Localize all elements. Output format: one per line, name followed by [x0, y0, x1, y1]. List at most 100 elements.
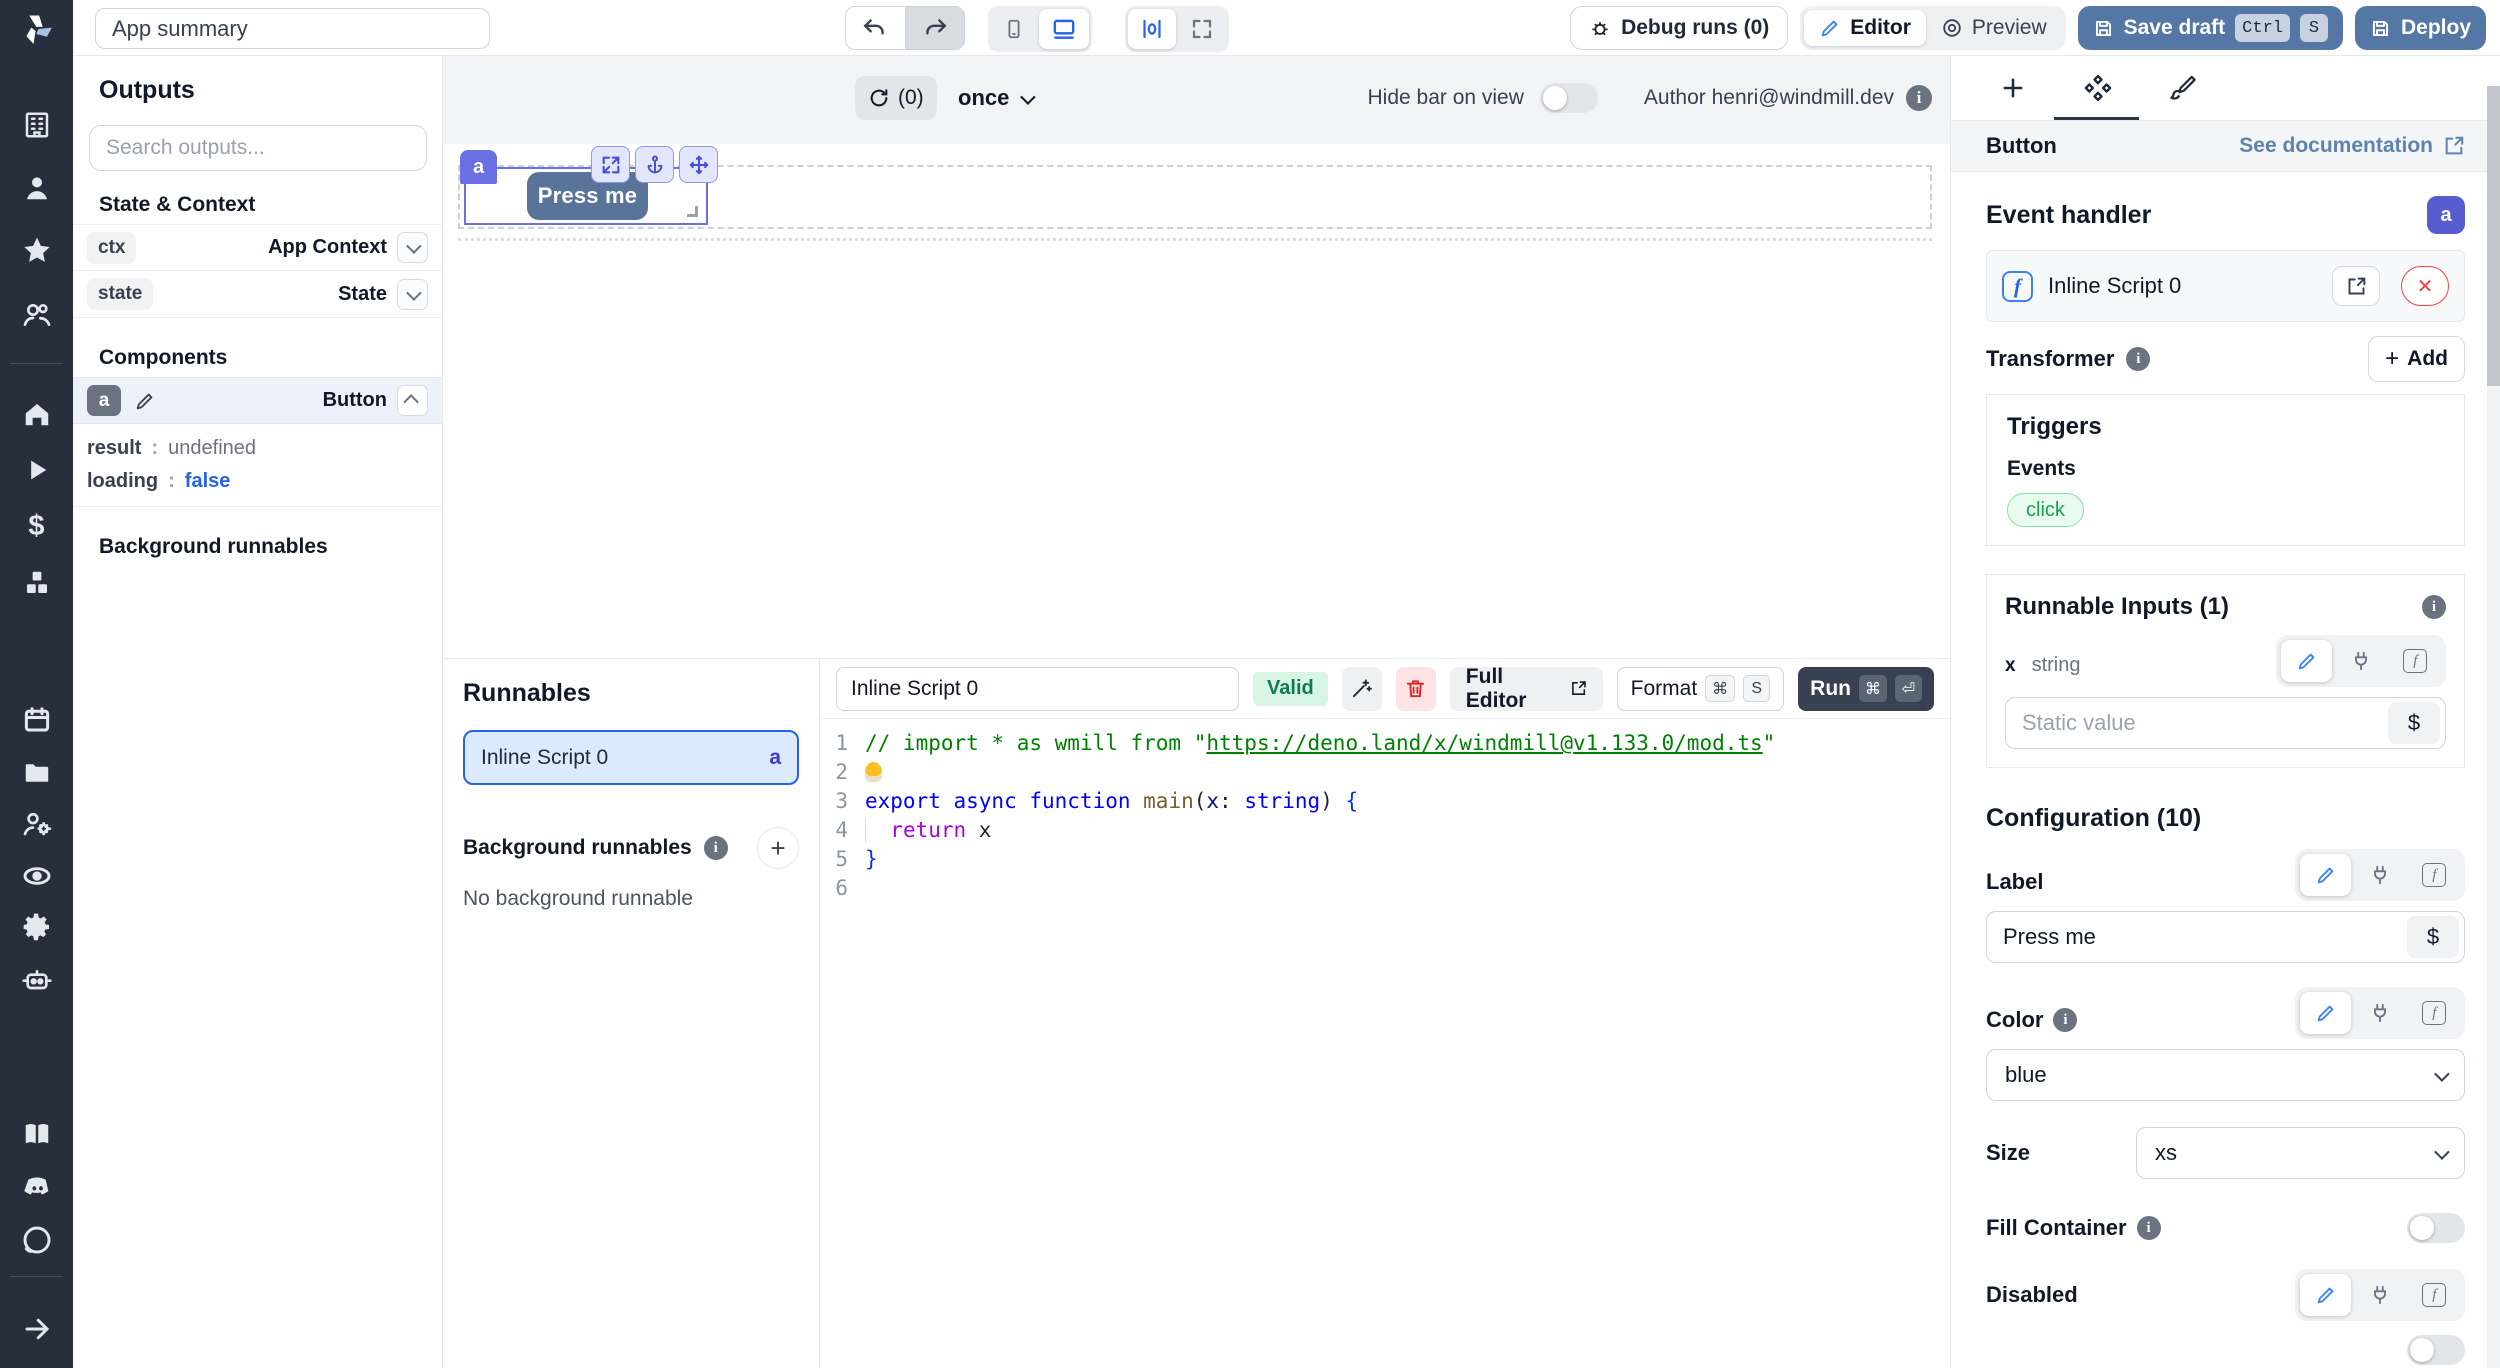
robot-icon[interactable] [18, 961, 56, 999]
add-background-runnable-button[interactable]: + [757, 827, 799, 869]
eval-mode-button[interactable]: f [2390, 640, 2441, 682]
book-icon[interactable] [18, 1115, 56, 1153]
deploy-button[interactable]: Deploy [2355, 6, 2486, 50]
fill-container-toggle[interactable] [2407, 1213, 2465, 1243]
ai-wand-button[interactable] [1342, 667, 1382, 711]
code-line[interactable]: 6 [820, 874, 1950, 903]
mobile-view-button[interactable] [991, 9, 1037, 49]
windmill-logo-icon[interactable] [16, 8, 58, 50]
connect-mode-button[interactable] [2335, 640, 2386, 682]
lightbulb-icon[interactable] [865, 762, 882, 782]
calendar-icon[interactable] [18, 701, 56, 739]
play-icon[interactable] [18, 451, 56, 489]
redo-button[interactable] [905, 7, 964, 49]
tab-editor[interactable]: Editor [1804, 10, 1926, 46]
github-icon[interactable] [18, 1221, 56, 1259]
anchor-component-button[interactable] [635, 146, 674, 183]
home-icon[interactable] [18, 395, 56, 433]
full-editor-button[interactable]: Full Editor [1450, 667, 1603, 711]
styling-tab[interactable] [2168, 73, 2198, 103]
info-icon[interactable]: i [2126, 347, 2150, 371]
code-line[interactable]: 1// import * as wmill from "https://deno… [820, 729, 1950, 758]
center-layout-button[interactable] [1128, 9, 1176, 49]
undo-button[interactable] [846, 7, 905, 49]
eval-mode-button[interactable]: f [2409, 854, 2460, 896]
code-line[interactable]: 3export async function main(x: string) { [820, 787, 1950, 816]
open-script-button[interactable] [2332, 266, 2380, 306]
run-button[interactable]: Run ⌘ ⏎ [1798, 667, 1934, 711]
code-lines[interactable]: 1// import * as wmill from "https://deno… [820, 719, 1950, 1368]
tab-preview[interactable]: Preview [1926, 10, 2062, 46]
see-documentation-link[interactable]: See documentation [2239, 134, 2465, 158]
app-canvas[interactable]: a Press me [443, 144, 1950, 658]
edit-pencil-icon[interactable] [134, 390, 156, 412]
frequency-dropdown[interactable]: once [958, 76, 1032, 120]
connect-dollar-button[interactable]: $ [2407, 916, 2459, 958]
output-row-ctx[interactable]: ctx App Context [73, 224, 442, 271]
dollar-icon[interactable]: $ [18, 507, 56, 545]
code-line[interactable]: 5} [820, 845, 1950, 874]
code-line[interactable]: 4 return x [820, 816, 1950, 845]
format-label: Format [1631, 677, 1698, 701]
user-icon[interactable] [18, 169, 56, 207]
resize-handle[interactable] [687, 206, 698, 217]
building-icon[interactable] [18, 106, 56, 144]
static-value-input[interactable]: Static value $ [2005, 697, 2446, 749]
discord-icon[interactable] [18, 1168, 56, 1206]
code-line[interactable]: 2 [820, 758, 1950, 787]
cubes-icon[interactable] [18, 564, 56, 602]
disabled-toggle[interactable] [2407, 1335, 2465, 1365]
save-draft-button[interactable]: Save draft Ctrl S [2078, 6, 2343, 50]
static-mode-button[interactable] [2300, 1274, 2351, 1316]
state-expand-button[interactable] [397, 279, 428, 310]
panel-scrollbar-thumb[interactable] [2487, 86, 2500, 386]
debug-runs-button[interactable]: Debug runs (0) [1570, 6, 1788, 50]
static-mode-button[interactable] [2281, 640, 2332, 682]
recompute-button[interactable]: (0) [855, 76, 937, 120]
format-button[interactable]: Format ⌘ S [1617, 667, 1785, 711]
connect-mode-button[interactable] [2354, 854, 2405, 896]
info-icon[interactable]: i [1906, 85, 1932, 111]
info-icon[interactable]: i [2137, 1216, 2161, 1240]
runnable-item-inline-script-0[interactable]: Inline Script 0 a [463, 730, 799, 785]
eye-icon[interactable] [18, 857, 56, 895]
connect-mode-button[interactable] [2354, 1274, 2405, 1316]
move-component-button[interactable] [679, 146, 718, 183]
gear-icon[interactable] [18, 908, 56, 946]
eval-mode-button[interactable]: f [2409, 992, 2460, 1034]
connect-dollar-button[interactable]: $ [2388, 702, 2440, 744]
info-icon[interactable]: i [704, 836, 728, 860]
folder-icon[interactable] [18, 754, 56, 792]
desktop-view-button[interactable] [1039, 9, 1089, 49]
hide-bar-toggle[interactable] [1540, 83, 1598, 113]
output-row-state[interactable]: state State [73, 271, 442, 318]
size-select[interactable]: xs [2136, 1127, 2465, 1179]
ctx-expand-button[interactable] [397, 232, 428, 263]
sidebar: $ [0, 0, 73, 1368]
expand-component-button[interactable] [591, 146, 630, 183]
component-settings-tab[interactable] [2083, 73, 2113, 103]
add-transformer-button[interactable]: + Add [2368, 336, 2465, 382]
event-script-card[interactable]: f Inline Script 0 ✕ [1986, 250, 2465, 322]
app-summary-input[interactable] [95, 8, 490, 49]
info-icon[interactable]: i [2422, 595, 2446, 619]
component-collapse-button[interactable] [397, 385, 428, 416]
static-mode-button[interactable] [2300, 992, 2351, 1034]
search-outputs-input[interactable] [89, 125, 427, 171]
remove-script-button[interactable]: ✕ [2401, 266, 2449, 306]
insert-component-tab[interactable] [1998, 73, 2028, 103]
star-icon[interactable] [18, 232, 56, 270]
connect-mode-button[interactable] [2354, 992, 2405, 1034]
label-value-input[interactable]: Press me $ [1986, 911, 2465, 963]
eval-mode-button[interactable]: f [2409, 1274, 2460, 1316]
script-name-input[interactable] [836, 667, 1239, 711]
component-row-a[interactable]: a Button [73, 377, 442, 424]
users-gear-icon[interactable] [18, 805, 56, 843]
users-icon[interactable] [18, 295, 56, 333]
delete-script-button[interactable] [1396, 667, 1436, 711]
info-icon[interactable]: i [2053, 1008, 2077, 1032]
collapse-arrow-icon[interactable] [18, 1310, 56, 1348]
static-mode-button[interactable] [2300, 854, 2351, 896]
color-select[interactable]: blue [1986, 1049, 2465, 1101]
fullscreen-button[interactable] [1178, 9, 1226, 49]
